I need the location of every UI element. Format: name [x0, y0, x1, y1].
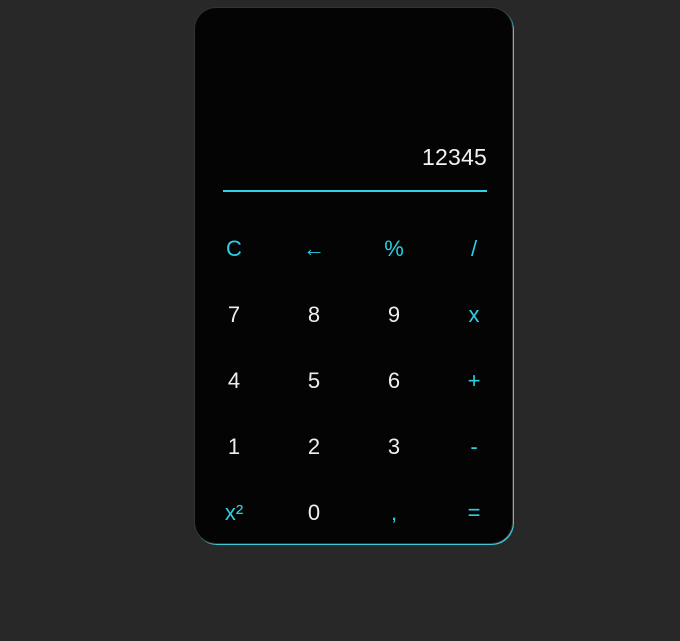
decimal-button[interactable]: , [354, 480, 434, 546]
key-row-5: x² 0 , = [195, 480, 514, 546]
digit-0-button[interactable]: 0 [274, 480, 354, 546]
key-row-4: 1 2 3 - [195, 414, 514, 480]
display: 12345 [223, 128, 487, 192]
clear-button[interactable]: C [194, 216, 274, 282]
square-button[interactable]: x² [194, 480, 274, 546]
digit-9-button[interactable]: 9 [354, 282, 434, 348]
key-row-3: 4 5 6 + [195, 348, 514, 414]
digit-1-button[interactable]: 1 [194, 414, 274, 480]
calculator: 12345 C ← % / 7 8 9 x 4 5 6 + 1 2 3 - x² [194, 7, 513, 544]
plus-button[interactable]: + [434, 348, 514, 414]
digit-4-button[interactable]: 4 [194, 348, 274, 414]
multiply-button[interactable]: x [434, 282, 514, 348]
digit-2-button[interactable]: 2 [274, 414, 354, 480]
percent-button[interactable]: % [354, 216, 434, 282]
divide-button[interactable]: / [434, 216, 514, 282]
display-value: 12345 [422, 144, 487, 170]
backspace-button[interactable]: ← [274, 216, 354, 282]
digit-3-button[interactable]: 3 [354, 414, 434, 480]
digit-5-button[interactable]: 5 [274, 348, 354, 414]
digit-7-button[interactable]: 7 [194, 282, 274, 348]
digit-6-button[interactable]: 6 [354, 348, 434, 414]
digit-8-button[interactable]: 8 [274, 282, 354, 348]
key-row-2: 7 8 9 x [195, 282, 514, 348]
key-row-1: C ← % / [195, 216, 514, 282]
equals-button[interactable]: = [434, 480, 514, 546]
minus-button[interactable]: - [434, 414, 514, 480]
